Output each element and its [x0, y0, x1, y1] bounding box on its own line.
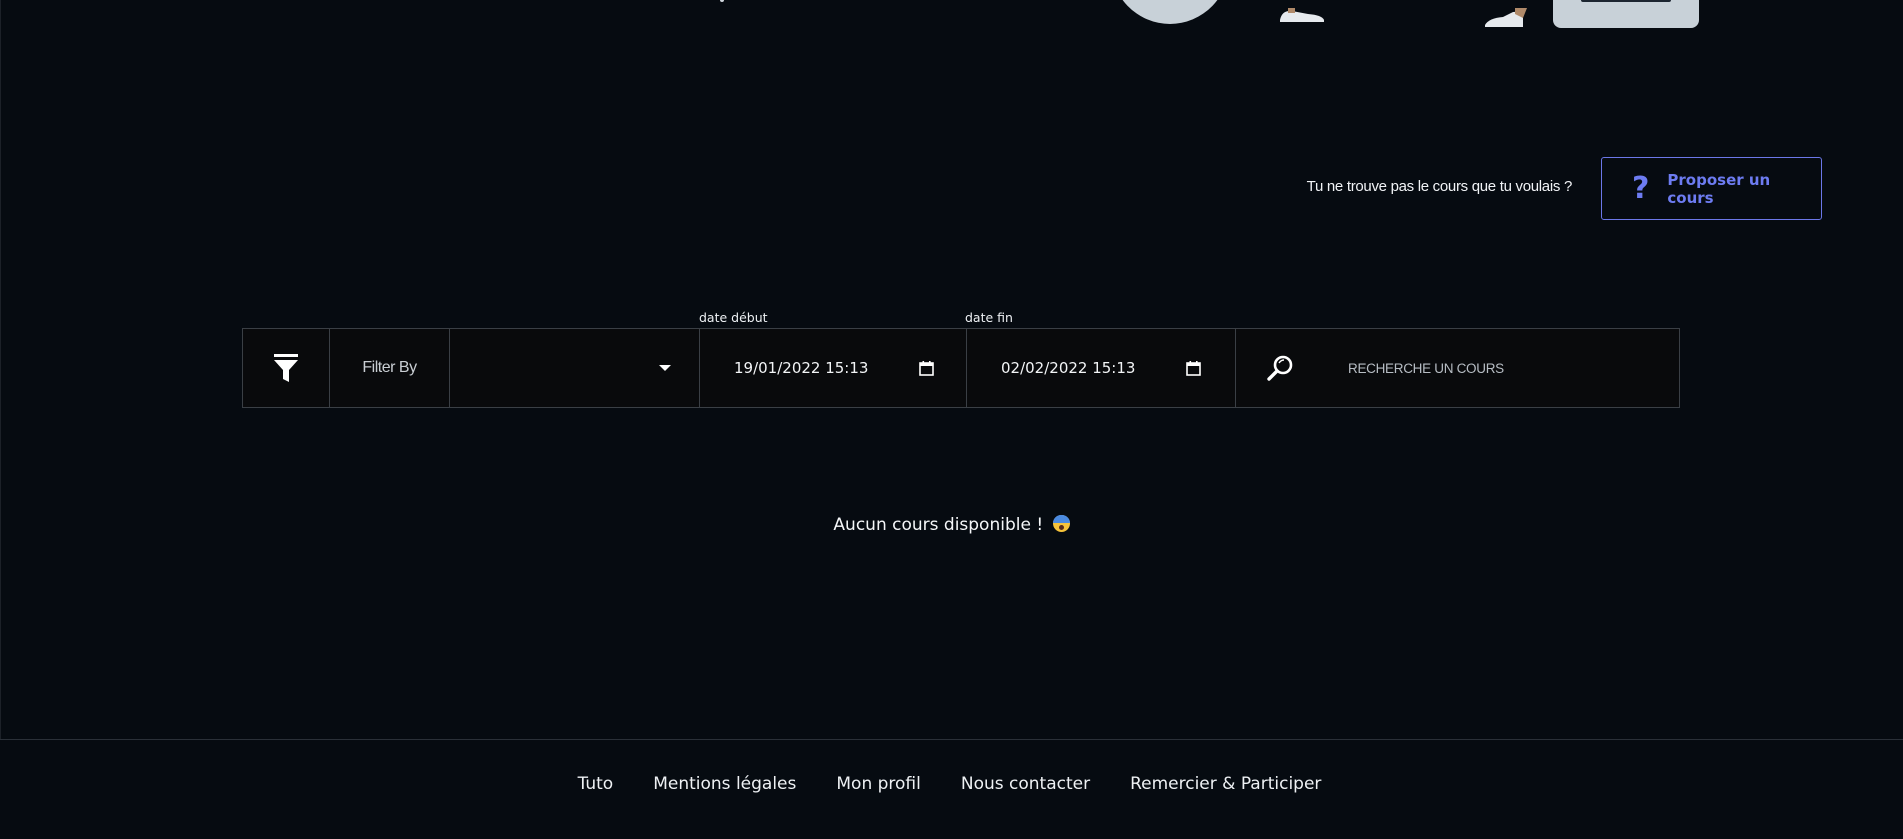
- chevron-down-icon: [659, 365, 671, 371]
- propose-course-label: Proposer un cours: [1667, 170, 1771, 207]
- question-mark-icon: ?: [1632, 170, 1650, 206]
- start-date-value: 19/01/2022 15:13: [734, 359, 869, 377]
- start-date-input[interactable]: 19/01/2022 15:13: [700, 329, 967, 407]
- calendar-icon[interactable]: [919, 360, 934, 376]
- filter-bar: Filter By 19/01/2022 15:13 02/02/2022 15…: [242, 328, 1680, 408]
- page: Tu ne trouve pas le cours que tu voulais…: [0, 0, 1903, 839]
- empty-state: Aucun cours disponible !: [0, 515, 1903, 535]
- hero-shoe-right: [1485, 8, 1527, 27]
- footer-link-remercier-participer[interactable]: Remercier & Participer: [1130, 774, 1321, 794]
- search-input[interactable]: RECHERCHE UN COURS: [1236, 329, 1680, 407]
- hero-laptop-bar: [1581, 0, 1671, 2]
- propose-course-button[interactable]: ? Proposer un cours: [1601, 157, 1822, 220]
- filter-by-label: Filter By: [330, 329, 450, 407]
- footer-link-mon-profil[interactable]: Mon profil: [836, 774, 921, 794]
- footer-nav: Tuto Mentions légales Mon profil Nous co…: [0, 740, 1903, 839]
- footer-link-mentions-legales[interactable]: Mentions légales: [653, 774, 796, 794]
- propose-question: Tu ne trouve pas le cours que tu voulais…: [1306, 178, 1573, 195]
- end-date-value: 02/02/2022 15:13: [1001, 359, 1136, 377]
- empty-state-message: Aucun cours disponible !: [833, 515, 1044, 535]
- start-date-label: date début: [699, 310, 768, 325]
- end-date-label: date fin: [965, 310, 1013, 325]
- footer: Tuto Mentions légales Mon profil Nous co…: [0, 739, 1903, 839]
- end-date-input[interactable]: 02/02/2022 15:13: [967, 329, 1236, 407]
- hero-dot-shape: [720, 0, 724, 2]
- hero-illustration: [0, 0, 1903, 30]
- search-placeholder: RECHERCHE UN COURS: [1348, 360, 1504, 376]
- hero-laptop-shape: [1553, 0, 1699, 28]
- footer-link-tuto[interactable]: Tuto: [578, 774, 614, 794]
- hero-circle-shape: [1110, 0, 1230, 24]
- fearful-face-icon: [1052, 515, 1070, 532]
- filter-button[interactable]: [243, 329, 330, 407]
- filter-select[interactable]: [450, 329, 700, 407]
- hero-shoe-left: [1280, 8, 1324, 22]
- left-edge-divider: [0, 0, 1, 839]
- filter-icon: [274, 354, 298, 382]
- footer-link-nous-contacter[interactable]: Nous contacter: [961, 774, 1090, 794]
- calendar-icon[interactable]: [1186, 360, 1201, 376]
- search-icon: [1267, 355, 1293, 381]
